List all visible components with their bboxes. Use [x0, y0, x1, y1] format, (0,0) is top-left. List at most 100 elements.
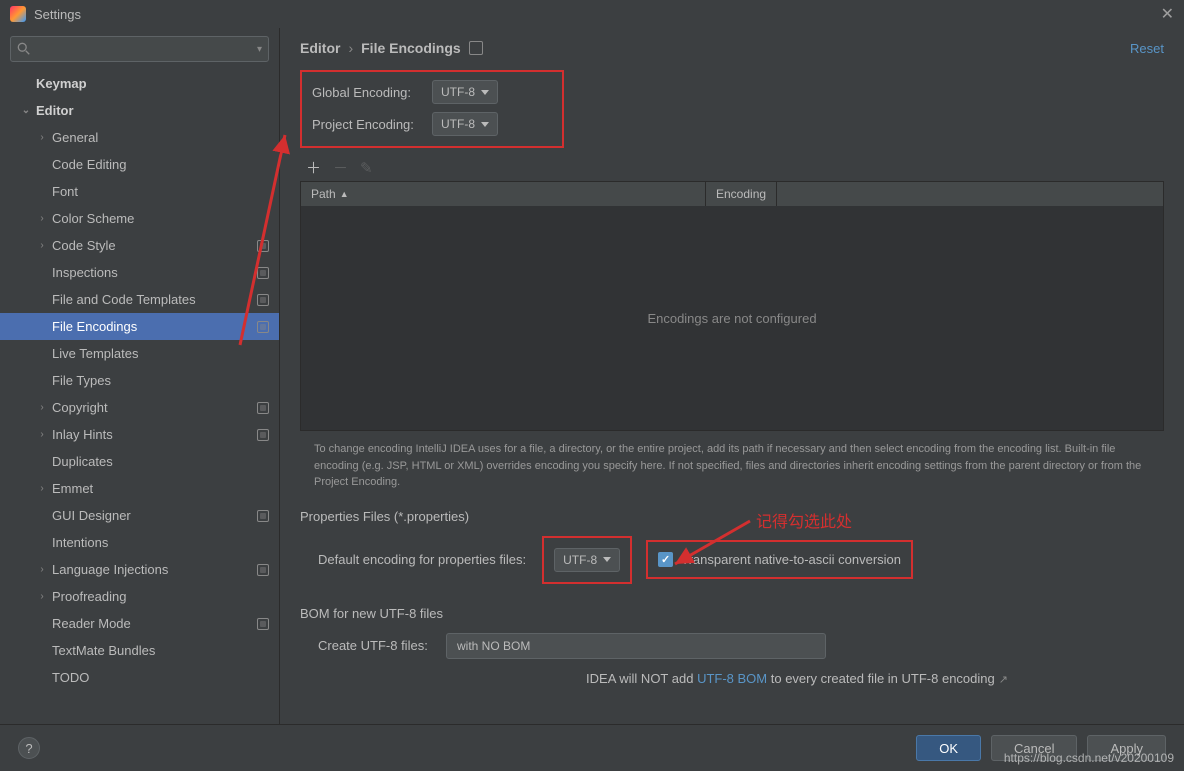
- sidebar-item-live-templates[interactable]: Live Templates: [0, 340, 279, 367]
- chevron-right-icon: ›: [348, 40, 353, 56]
- sidebar-item-inspections[interactable]: Inspections: [0, 259, 279, 286]
- chevron-icon: ›: [36, 483, 48, 494]
- settings-tree[interactable]: Keymap⌄Editor›GeneralCode EditingFont›Co…: [0, 70, 279, 724]
- sidebar-item-keymap[interactable]: Keymap: [0, 70, 279, 97]
- project-scope-icon: [469, 41, 483, 55]
- sidebar-item-font[interactable]: Font: [0, 178, 279, 205]
- sidebar-item-proofreading[interactable]: › Proofreading: [0, 583, 279, 610]
- column-encoding[interactable]: Encoding: [706, 182, 777, 206]
- project-scope-icon: [257, 294, 269, 306]
- help-button[interactable]: ?: [18, 737, 40, 759]
- transparent-highlight-box: Transparent native-to-ascii conversion: [646, 540, 913, 579]
- sidebar-item-label: TODO: [52, 670, 89, 685]
- project-encoding-label: Project Encoding:: [312, 117, 432, 132]
- sidebar-item-code-style[interactable]: ›Code Style: [0, 232, 279, 259]
- transparent-ascii-label: Transparent native-to-ascii conversion: [681, 552, 901, 567]
- sidebar-item-intentions[interactable]: Intentions: [0, 529, 279, 556]
- reset-link[interactable]: Reset: [1130, 41, 1164, 56]
- create-utf8-select[interactable]: with NO BOM: [446, 633, 826, 659]
- main-panel: Editor › File Encodings Reset Global Enc…: [280, 28, 1184, 724]
- project-encoding-select[interactable]: UTF-8: [432, 112, 498, 136]
- sidebar-item-label: Color Scheme: [52, 211, 134, 226]
- sidebar-item-label: Editor: [36, 103, 74, 118]
- sidebar-item-general[interactable]: › General: [0, 124, 279, 151]
- sidebar-item-label: Copyright: [52, 400, 108, 415]
- breadcrumb-root[interactable]: Editor: [300, 40, 340, 56]
- search-field[interactable]: [35, 42, 257, 56]
- properties-section-title: Properties Files (*.properties): [300, 509, 1164, 524]
- chevron-down-icon: [603, 557, 611, 562]
- sidebar-item-label: Inspections: [52, 265, 118, 280]
- project-scope-icon: [257, 321, 269, 333]
- sidebar-item-duplicates[interactable]: Duplicates: [0, 448, 279, 475]
- sidebar-item-label: Intentions: [52, 535, 108, 550]
- help-text: To change encoding IntelliJ IDEA uses fo…: [300, 441, 1164, 491]
- app-icon: [10, 6, 26, 22]
- chevron-down-icon: [481, 122, 489, 127]
- properties-encoding-select[interactable]: UTF-8: [554, 548, 620, 572]
- project-scope-icon: [257, 564, 269, 576]
- sidebar-item-copyright[interactable]: › Copyright: [0, 394, 279, 421]
- table-empty-message: Encodings are not configured: [301, 206, 1163, 430]
- sidebar-item-label: GUI Designer: [52, 508, 131, 523]
- sidebar-item-todo[interactable]: TODO: [0, 664, 279, 691]
- encoding-highlight-box: Global Encoding: UTF-8 Project Encoding:…: [300, 70, 564, 148]
- sidebar-item-label: TextMate Bundles: [52, 643, 155, 658]
- sidebar: ▾ Keymap ⌄ Editor › General Code Editing Font ›…: [0, 28, 280, 724]
- chevron-down-icon: [481, 90, 489, 95]
- sidebar-item-language-injections[interactable]: › Language Injections: [0, 556, 279, 583]
- search-input[interactable]: ▾: [10, 36, 269, 62]
- sidebar-item-label: Proofreading: [52, 589, 126, 604]
- sidebar-item-file-encodings[interactable]: File Encodings: [0, 313, 279, 340]
- sidebar-item-label: Font: [52, 184, 78, 199]
- sidebar-item-label: File Encodings: [52, 319, 137, 334]
- add-icon[interactable]: ＋: [306, 157, 321, 178]
- sidebar-item-textmate-bundles[interactable]: TextMate Bundles: [0, 637, 279, 664]
- chevron-icon: ›: [36, 429, 48, 440]
- ok-button[interactable]: OK: [916, 735, 981, 761]
- chevron-icon: ›: [36, 213, 48, 224]
- sidebar-item-label: Duplicates: [52, 454, 113, 469]
- bom-section-title: BOM for new UTF-8 files: [300, 606, 1164, 621]
- sidebar-item-label: Inlay Hints: [52, 427, 113, 442]
- chevron-icon: ›: [36, 132, 48, 143]
- sidebar-item-reader-mode[interactable]: Reader Mode: [0, 610, 279, 637]
- chevron-icon: ›: [36, 402, 48, 413]
- close-icon[interactable]: ✕: [1161, 4, 1174, 24]
- column-path[interactable]: Path ▲: [301, 182, 706, 206]
- chevron-icon: ›: [36, 240, 48, 251]
- properties-highlight-box: UTF-8: [542, 536, 632, 584]
- sidebar-item-editor[interactable]: ⌄ Editor: [0, 97, 279, 124]
- properties-encoding-label: Default encoding for properties files:: [318, 552, 526, 567]
- chevron-icon: ⌄: [20, 105, 32, 116]
- sidebar-item-file-types[interactable]: File Types: [0, 367, 279, 394]
- chevron-icon: ›: [36, 591, 48, 602]
- sidebar-item-code-editing[interactable]: Code Editing: [0, 151, 279, 178]
- sidebar-item-label: File and Code Templates: [52, 292, 196, 307]
- project-scope-icon: [257, 618, 269, 630]
- project-scope-icon: [257, 429, 269, 441]
- sidebar-item-gui-designer[interactable]: GUI Designer: [0, 502, 279, 529]
- sidebar-item-label: General: [52, 130, 98, 145]
- utf8-bom-link[interactable]: UTF-8 BOM: [697, 671, 767, 686]
- sidebar-item-color-scheme[interactable]: › Color Scheme: [0, 205, 279, 232]
- project-scope-icon: [257, 510, 269, 522]
- sidebar-item-label: Keymap: [36, 76, 87, 91]
- project-scope-icon: [257, 402, 269, 414]
- sidebar-item-label: File Types: [52, 373, 111, 388]
- create-utf8-label: Create UTF-8 files:: [318, 638, 446, 653]
- window-title: Settings: [34, 7, 1161, 22]
- global-encoding-select[interactable]: UTF-8: [432, 80, 498, 104]
- transparent-ascii-checkbox[interactable]: [658, 552, 673, 567]
- sidebar-item-label: Language Injections: [52, 562, 168, 577]
- sidebar-item-label: Live Templates: [52, 346, 138, 361]
- remove-icon: －: [333, 157, 348, 178]
- sidebar-item-inlay-hints[interactable]: › Inlay Hints: [0, 421, 279, 448]
- sidebar-item-label: Reader Mode: [52, 616, 131, 631]
- chevron-icon: ›: [36, 564, 48, 575]
- sidebar-item-emmet[interactable]: ›Emmet: [0, 475, 279, 502]
- encodings-table: Path ▲ Encoding Encodings are not config…: [300, 181, 1164, 431]
- watermark: https://blog.csdn.net/v20200109: [1004, 751, 1174, 765]
- project-scope-icon: [257, 240, 269, 252]
- sidebar-item-file-and-code-templates[interactable]: File and Code Templates: [0, 286, 279, 313]
